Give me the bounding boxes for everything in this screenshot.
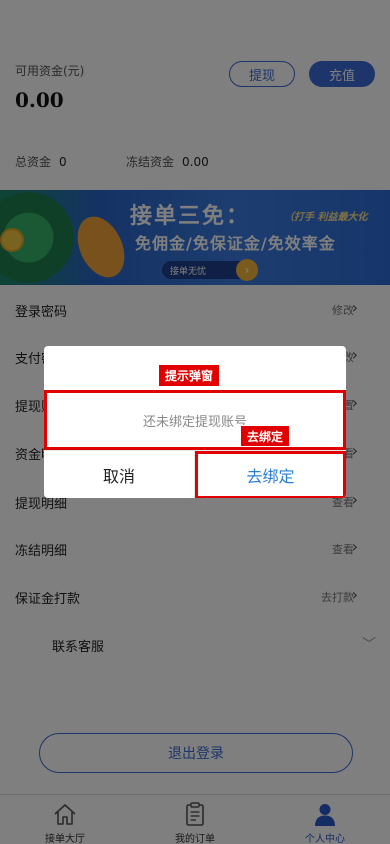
annotation-label-popup: 提示弹窗 [158,364,221,387]
profile-page: 可用资金(元) 0.00 提现 充值 总资金0 冻结资金0.00 接单三免： （… [0,0,390,844]
annotation-label-bind: 去绑定 [240,425,291,447]
bind-account-button[interactable]: 去绑定 [195,451,346,498]
dialog-footer: 取消 去绑定 [44,450,346,498]
dialog-message: 还未绑定提现账号 [44,390,346,450]
cancel-button[interactable]: 取消 [44,451,195,498]
